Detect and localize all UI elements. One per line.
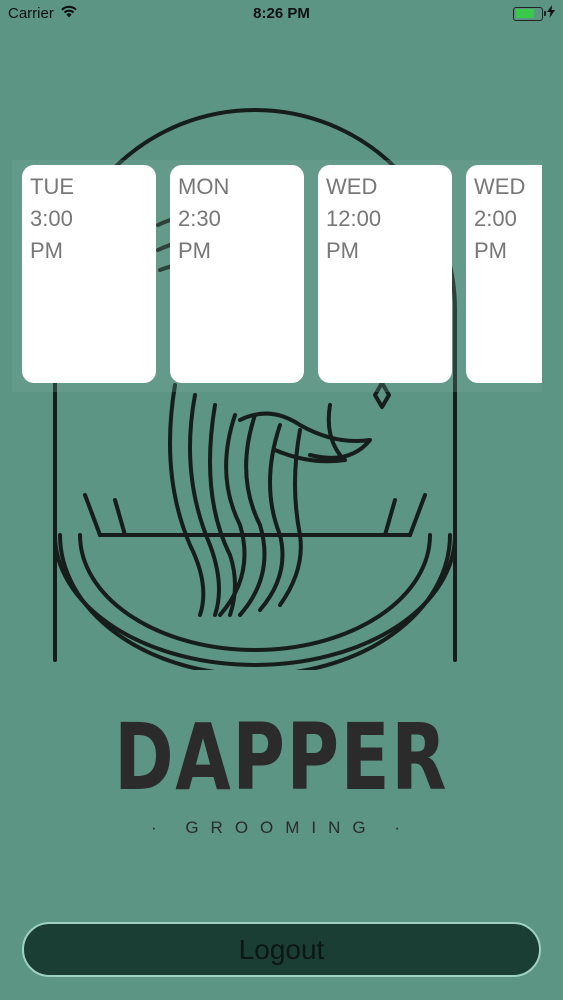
- card-ampm: PM: [178, 238, 211, 263]
- card-time: 12:00: [326, 206, 382, 231]
- card-ampm: PM: [30, 238, 63, 263]
- card-time: 3:00: [30, 206, 73, 231]
- appointment-card[interactable]: WED 12:00 PM: [318, 165, 452, 383]
- brand-subtitle: · GROOMING ·: [150, 818, 413, 837]
- status-time: 8:26 PM: [253, 5, 310, 22]
- battery-icon: [513, 6, 546, 21]
- appointments-row: TUE 3:00 PM MON 2:30 PM WED 12:00 PM WED…: [22, 165, 542, 383]
- card-day: WED: [474, 174, 526, 199]
- charging-icon: [547, 5, 555, 22]
- card-day: TUE: [30, 174, 74, 199]
- card-ampm: PM: [474, 238, 507, 263]
- card-day: MON: [178, 174, 230, 199]
- appointment-card[interactable]: MON 2:30 PM: [170, 165, 304, 383]
- card-time: 2:30: [178, 206, 221, 231]
- appointment-card[interactable]: WED 2:00 PM: [466, 165, 542, 383]
- card-day: WED: [326, 174, 378, 199]
- status-bar: Carrier 8:26 PM: [0, 0, 563, 30]
- card-ampm: PM: [326, 238, 359, 263]
- logout-button[interactable]: Logout: [22, 922, 541, 977]
- brand-block: DAPPER · GROOMING ·: [0, 712, 563, 838]
- status-right: [513, 5, 555, 22]
- appointments-carousel[interactable]: TUE 3:00 PM MON 2:30 PM WED 12:00 PM WED…: [12, 160, 542, 392]
- card-time: 2:00: [474, 206, 517, 231]
- brand-name: DAPPER: [114, 704, 449, 811]
- battery-fill: [515, 9, 535, 18]
- appointment-card[interactable]: TUE 3:00 PM: [22, 165, 156, 383]
